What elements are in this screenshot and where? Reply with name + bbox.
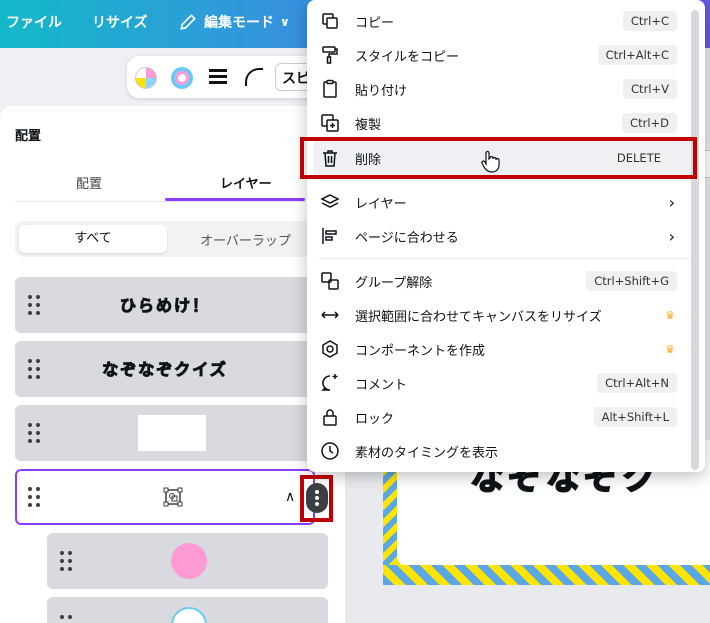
menu-item-copy-style[interactable]: スタイルをコピー Ctrl+Alt+C — [319, 40, 689, 70]
layer-text-preview: ひらめけ！ — [119, 296, 210, 316]
menu-item-ungroup[interactable]: グループ解除 Ctrl+Shift+G — [319, 266, 689, 296]
layer-row-child[interactable] — [47, 533, 328, 589]
fill-color-button[interactable] — [135, 67, 157, 89]
menu-item-align-to-page[interactable]: ページに合わせる › — [319, 221, 689, 251]
drag-handle-icon[interactable] — [28, 487, 42, 507]
file-menu[interactable]: ファイル — [6, 12, 62, 32]
paint-roller-icon — [319, 44, 341, 66]
context-menu: コピー Ctrl+C スタイルをコピー Ctrl+Alt+C 貼り付け Ctrl… — [307, 0, 705, 472]
corner-rounding-icon[interactable] — [245, 68, 263, 86]
tab-arrange[interactable]: 配置 — [76, 173, 102, 192]
layer-circle-outline-preview — [171, 607, 207, 623]
hexagon-icon — [319, 338, 341, 360]
duplicate-icon — [319, 112, 341, 134]
menu-item-create-component[interactable]: コンポーネントを作成 ♛ — [319, 334, 689, 364]
layers-icon — [319, 191, 341, 213]
tab-layer[interactable]: レイヤー — [220, 173, 272, 192]
border-color-button[interactable] — [171, 67, 193, 89]
more-options-highlight — [300, 475, 333, 522]
ungroup-icon — [319, 270, 341, 292]
drag-handle-icon[interactable] — [28, 423, 42, 443]
menu-scrollbar[interactable] — [691, 10, 699, 470]
panel-title: 配置 — [15, 129, 42, 144]
group-icon — [163, 487, 183, 507]
drag-handle-icon[interactable] — [60, 615, 74, 623]
copy-icon — [319, 10, 341, 32]
layer-row-child[interactable] — [47, 597, 328, 623]
resize-arrows-icon — [319, 304, 341, 326]
crown-icon: ♛ — [665, 308, 675, 322]
layer-row-group-selected[interactable]: ∧ — [15, 469, 315, 525]
layer-row[interactable] — [15, 405, 315, 461]
resize-menu[interactable]: リサイズ — [92, 12, 148, 32]
layer-text-preview: なぞなぞクイズ — [102, 360, 228, 380]
chevron-right-icon: › — [668, 192, 675, 212]
menu-item-lock[interactable]: ロック Alt+Shift+L — [319, 402, 689, 432]
border-style-icon[interactable] — [209, 69, 227, 85]
filter-all[interactable]: すべて — [19, 225, 167, 253]
clipboard-icon — [319, 78, 341, 100]
layer-row[interactable]: ひらめけ！ — [15, 277, 315, 333]
filter-overlap[interactable]: オーバーラップ — [200, 230, 291, 249]
layer-circle-preview — [171, 543, 207, 579]
menu-item-layer[interactable]: レイヤー › — [319, 187, 689, 217]
comment-icon — [319, 372, 341, 394]
crown-icon: ♛ — [665, 342, 675, 356]
edit-mode-menu[interactable]: 編集モード ∨ — [178, 12, 290, 32]
menu-item-copy[interactable]: コピー Ctrl+C — [319, 6, 689, 36]
hand-cursor-icon — [481, 150, 500, 173]
element-toolbar: スピ — [127, 56, 335, 98]
layer-filter-segment: すべて オーバーラップ — [15, 221, 315, 257]
menu-item-comment[interactable]: コメント Ctrl+Alt+N — [319, 368, 689, 398]
layer-row[interactable]: なぞなぞクイズ — [15, 341, 315, 397]
menu-item-paste[interactable]: 貼り付け Ctrl+V — [319, 74, 689, 104]
lock-icon — [319, 406, 341, 428]
drag-handle-icon[interactable] — [60, 551, 74, 571]
chevron-down-icon: ∨ — [280, 15, 290, 29]
layer-shape-preview — [138, 415, 206, 451]
clock-icon — [319, 440, 341, 462]
pencil-icon — [180, 14, 196, 30]
align-icon — [319, 225, 341, 247]
menu-item-show-timing[interactable]: 素材のタイミングを表示 — [319, 436, 689, 466]
chevron-right-icon: › — [668, 226, 675, 246]
menu-item-resize-canvas[interactable]: 選択範囲に合わせてキャンバスをリサイズ ♛ — [319, 300, 689, 330]
collapse-chevron-icon[interactable]: ∧ — [285, 489, 295, 505]
active-tab-indicator — [165, 198, 305, 201]
menu-item-duplicate[interactable]: 複製 Ctrl+D — [319, 108, 689, 138]
